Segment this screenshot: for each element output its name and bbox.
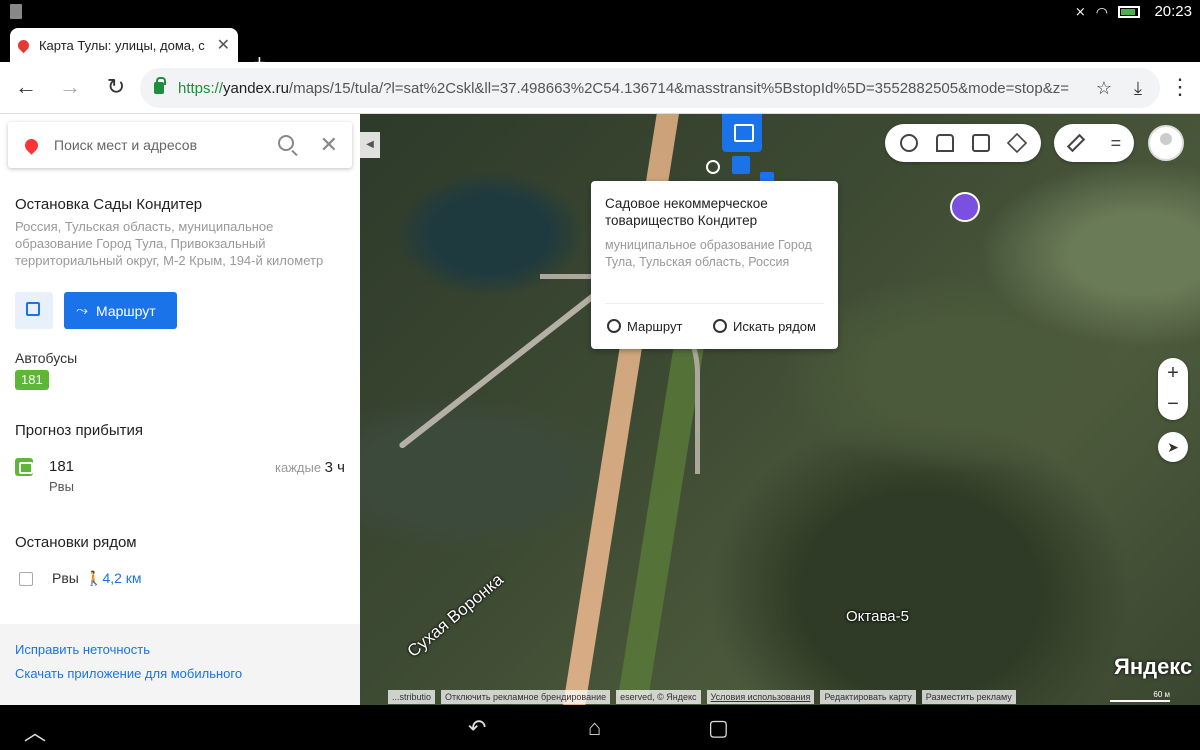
left-panel: ✕ Остановка Сады Кондитер Россия, Тульск… [0,114,360,705]
share-button[interactable] [15,292,53,329]
address-bar[interactable]: https://yandex.ru/maps/15/tula/?l=sat%2C… [140,68,1160,108]
star-icon[interactable]: ☆ [1096,78,1112,99]
arrival-frequency: каждые 3 ч [274,459,345,476]
popup-description: муниципальное образование Город Тула, Ту… [605,238,812,269]
edit-map-link[interactable]: Редактировать карту [820,690,916,704]
map-view[interactable]: ◀ Садовое некоммерческое товарищество Ко… [360,114,1200,705]
wifi-icon: ◠ [1095,3,1108,20]
zoom-out-button[interactable]: − [1158,389,1188,420]
file-icon [10,4,22,19]
recents-icon[interactable]: ▢ [708,715,729,741]
url-text[interactable]: https://yandex.ru/maps/15/tula/?l=sat%2C… [178,80,1078,97]
avatar[interactable] [1148,125,1184,161]
popup-route-button[interactable]: Маршрут [607,319,682,334]
search-icon[interactable] [278,135,294,151]
layers-icon[interactable] [1006,132,1028,154]
browser-toolbar: ← → ↻ https://yandex.ru/maps/15/tula/?l=… [0,62,1200,114]
search-box: ✕ [8,122,352,168]
clock: 20:23 [1154,3,1192,20]
zoom-in-button[interactable]: + [1158,358,1188,389]
reload-icon[interactable]: ↻ [102,74,130,100]
search-input[interactable] [54,137,274,153]
collapse-panel-button[interactable]: ◀ [360,132,380,158]
bus-stop-marker[interactable] [722,114,762,152]
ruler-icon[interactable] [1066,133,1086,153]
android-nav-bar: ︿ ↶ ⌂ ▢ [0,705,1200,750]
bus-stop-icon [19,572,33,586]
close-tab-icon[interactable]: ✕ [217,35,230,55]
chevron-up-icon[interactable]: ︿ [24,715,46,747]
yandex-logo: Яндекс [1114,654,1193,679]
bus-route-badge[interactable]: 181 [15,370,49,390]
stop-title: Остановка Сады Кондитер [15,196,203,213]
home-icon[interactable]: ⌂ [588,715,601,741]
status-bar: ⨯ ◠ 20:23 [0,0,1200,24]
transit-icon[interactable] [972,134,990,152]
forward-arrow-icon[interactable]: → [56,74,84,100]
route-icon [607,319,621,333]
tab-strip: Карта Тулы: улицы, дома, с ✕ + [0,24,1200,74]
nearby-stop-distance: 🚶4,2 км [85,570,142,586]
buses-label: Автобусы [15,350,78,366]
locate-me-icon[interactable]: ➤ [1158,432,1188,462]
download-app-link[interactable]: Скачать приложение для мобильного [15,666,242,681]
lock-icon [154,77,166,94]
map-tools: = [1054,124,1134,162]
bus-icon [15,458,33,476]
close-icon[interactable]: ✕ [320,132,338,158]
tab-title: Карта Тулы: улицы, дома, с [38,37,205,53]
copyright-text: eserved, © Яндекс [616,690,701,704]
traffic-icon[interactable] [900,134,918,152]
fix-error-link[interactable]: Исправить неточность [15,642,150,657]
arrival-row[interactable]: 181 Рвы каждые 3 ч [15,454,345,494]
arrival-destination: Рвы [49,479,74,494]
stop-dot-icon[interactable] [706,160,720,174]
map-scale: 60 м [1110,690,1170,702]
popup-title: Садовое некоммерческое товарищество Конд… [605,196,768,228]
back-icon[interactable]: ↶ [468,715,486,741]
flag-marker-icon[interactable] [950,192,980,222]
panorama-icon[interactable] [936,134,954,152]
arrival-heading: Прогноз прибытия [15,422,144,439]
zoom-control: + − [1158,358,1188,420]
download-icon[interactable]: ⤓ [1134,78,1142,99]
battery-icon [1118,6,1140,18]
disable-branding-link[interactable]: Отключить рекламное брендирование [441,690,611,704]
nearby-heading: Остановки рядом [15,534,137,551]
divider [605,303,824,304]
route-button[interactable]: ⤳ Маршрут [64,292,177,329]
nearby-stop-item[interactable]: Рвы 🚶4,2 км [15,570,345,590]
place-popup: Садовое некоммерческое товарищество Конд… [591,181,838,349]
popup-search-near-button[interactable]: Искать рядом [713,319,816,334]
advertise-link[interactable]: Разместить рекламу [921,690,1016,704]
map-layer-controls [885,124,1041,162]
terms-link[interactable]: Условия использования [706,690,815,704]
copyright-text: ...stributio [388,690,436,704]
share-icon [26,302,40,316]
transit-marker-icon[interactable] [732,156,750,174]
route-icon: ⤳ [76,302,89,319]
location-pin-icon [22,135,41,155]
more-icon[interactable]: ⋮ [1166,74,1194,100]
map-place-label: Октава-5 [846,608,909,625]
nearby-stop-name: Рвы [52,570,79,586]
stop-address: Россия, Тульская область, муниципальное … [15,219,324,268]
target-icon [713,319,727,333]
panel-footer: Исправить неточность Скачать приложение … [0,624,360,705]
route-button-label: Маршрут [96,302,156,319]
arrival-route-number: 181 [49,458,75,475]
mute-icon: ⨯ [1074,4,1086,19]
yandex-maps-favicon [15,37,32,53]
browser-tab[interactable]: Карта Тулы: улицы, дома, с ✕ [10,28,238,62]
map-street-label: Сухая Воронка [403,569,507,661]
back-arrow-icon[interactable]: ← [12,74,40,100]
map-copyright: ...stributio Отключить рекламное брендир… [388,690,1016,704]
menu-icon[interactable]: = [1111,133,1122,154]
screen: ⨯ ◠ 20:23 Карта Тулы: улицы, дома, с ✕ +… [0,0,1200,750]
